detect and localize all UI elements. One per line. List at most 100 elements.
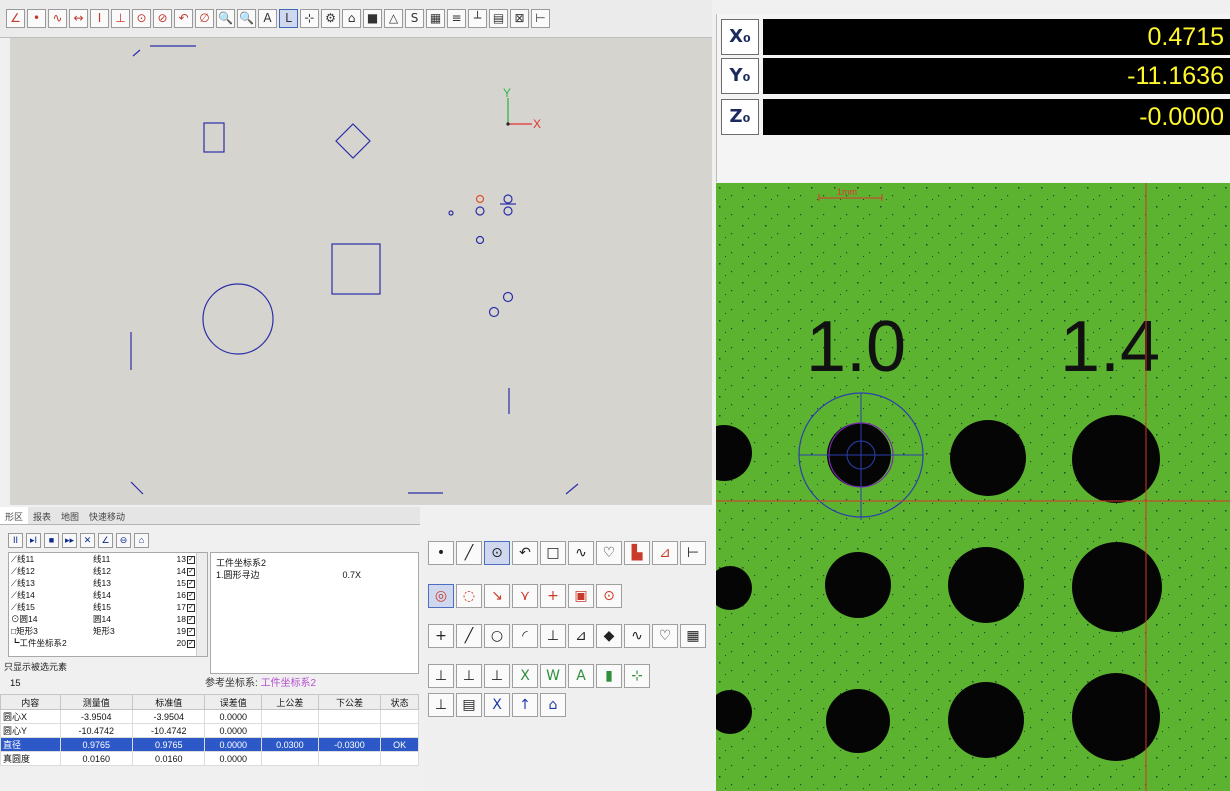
tool-button[interactable]: ╱: [456, 541, 482, 565]
cad-small-circle[interactable]: [503, 194, 513, 204]
toolbar-button[interactable]: 🔍: [237, 9, 256, 28]
toolbar-button[interactable]: S: [405, 9, 424, 28]
toolbar-button[interactable]: ⌂: [342, 9, 361, 28]
toolbar-button[interactable]: •: [27, 9, 46, 28]
feature-row[interactable]: ⟋线13 线13 15 ✓: [9, 577, 207, 589]
hole[interactable]: [1072, 673, 1160, 761]
toolbar-button[interactable]: ⊢: [531, 9, 550, 28]
tool-button[interactable]: ↶: [512, 541, 538, 565]
control-button[interactable]: ■: [44, 532, 59, 548]
tool-button[interactable]: X: [512, 664, 538, 688]
dro-z-label[interactable]: Z₀: [721, 99, 759, 135]
feature-checkbox[interactable]: ✓: [187, 591, 195, 600]
tool-button[interactable]: ⊿: [568, 624, 594, 648]
hole[interactable]: [1072, 415, 1160, 503]
toolbar-button[interactable]: ⊠: [510, 9, 529, 28]
tool-button[interactable]: ⊹: [624, 664, 650, 688]
hole[interactable]: [1072, 542, 1162, 632]
control-button[interactable]: II: [8, 532, 23, 548]
feature-row[interactable]: ┗工件坐标系2 20 ✓: [9, 637, 207, 649]
tool-button[interactable]: ▦: [680, 624, 706, 648]
tool-button[interactable]: □: [540, 541, 566, 565]
tool-button[interactable]: ▮: [596, 664, 622, 688]
cad-small-circle[interactable]: [502, 291, 514, 303]
tool-button[interactable]: ⊥: [428, 664, 454, 688]
cad-small-circle[interactable]: [475, 235, 485, 245]
feature-list[interactable]: ⟋线11 线11 13 ✓ ⟋线12 线12 14 ✓ ⟋线13 线13 15 ✓ ⟋线14 线14 16 ✓…: [8, 552, 208, 657]
feature-row[interactable]: ⟋线15 线15 17 ✓: [9, 601, 207, 613]
feature-row[interactable]: ⟋线12 线12 14 ✓: [9, 565, 207, 577]
toolbar-button[interactable]: L: [279, 9, 298, 28]
feature-checkbox[interactable]: ✓: [187, 639, 195, 648]
control-button[interactable]: ⌂: [134, 532, 149, 548]
toolbar-button[interactable]: ⊙: [132, 9, 151, 28]
camera-image[interactable]: 1mm 1.0 1.4: [716, 183, 1230, 791]
toolbar-button[interactable]: ⚙: [321, 9, 340, 28]
feature-checkbox[interactable]: ✓: [187, 627, 195, 636]
toolbar-button[interactable]: ┴: [468, 9, 487, 28]
hole[interactable]: [948, 682, 1024, 758]
tab[interactable]: 快速移动: [84, 507, 130, 524]
feature-checkbox[interactable]: ✓: [187, 615, 195, 624]
tool-button[interactable]: ▣: [568, 584, 594, 608]
feature-list-scrollbar[interactable]: [196, 553, 207, 656]
results-row[interactable]: 真圆度 0.0160 0.0160 0.0000: [0, 751, 419, 766]
results-row[interactable]: 直径 0.9765 0.9765 0.0000 0.0300 -0.0300 OK: [0, 737, 419, 752]
tab[interactable]: 报表: [28, 507, 56, 524]
toolbar-button[interactable]: A: [258, 9, 277, 28]
toolbar-button[interactable]: 🔍: [216, 9, 235, 28]
tool-button[interactable]: ◎: [428, 584, 454, 608]
toolbar-button[interactable]: I: [90, 9, 109, 28]
tool-button[interactable]: ⊥: [428, 693, 454, 717]
tool-button[interactable]: ↘: [484, 584, 510, 608]
tool-button[interactable]: ○: [484, 624, 510, 648]
tool-button[interactable]: ♡: [596, 541, 622, 565]
toolbar-button[interactable]: ⊥: [111, 9, 130, 28]
tool-button[interactable]: ↑: [512, 693, 538, 717]
toolbar-button[interactable]: ■: [363, 9, 382, 28]
feature-checkbox[interactable]: ✓: [187, 579, 195, 588]
cad-small-circle[interactable]: [488, 306, 500, 318]
tool-button[interactable]: ⊿: [652, 541, 678, 565]
cad-canvas[interactable]: Y X: [10, 38, 712, 505]
results-row[interactable]: 圆心Y -10.4742 -10.4742 0.0000: [0, 723, 419, 738]
cad-diamond[interactable]: [335, 123, 371, 159]
cad-small-circle[interactable]: [475, 206, 485, 216]
control-button[interactable]: ∠: [98, 532, 113, 548]
tool-button[interactable]: ▙: [624, 541, 650, 565]
control-button[interactable]: ▸▸: [62, 532, 77, 548]
toolbar-button[interactable]: ∅: [195, 9, 214, 28]
tool-button[interactable]: ◆: [596, 624, 622, 648]
tool-button[interactable]: ♡: [652, 624, 678, 648]
tool-button[interactable]: A: [568, 664, 594, 688]
cad-line[interactable]: [132, 49, 141, 57]
dro-y-label[interactable]: Y₀: [721, 58, 759, 94]
tool-button[interactable]: +: [540, 584, 566, 608]
tool-button[interactable]: ◜: [512, 624, 538, 648]
tool-button[interactable]: +: [428, 624, 454, 648]
tool-button[interactable]: ⊢: [680, 541, 706, 565]
camera-view[interactable]: 1mm 1.0 1.4: [716, 183, 1230, 791]
cad-small-circle[interactable]: [448, 210, 454, 216]
toolbar-button[interactable]: △: [384, 9, 403, 28]
feature-row[interactable]: □矩形3 矩形3 19 ✓: [9, 625, 207, 637]
cad-small-circle[interactable]: [503, 206, 513, 216]
ref-value[interactable]: 工件坐标系2: [261, 678, 317, 689]
cad-circle[interactable]: [202, 283, 274, 355]
tool-button[interactable]: ∿: [568, 541, 594, 565]
dro-x-label[interactable]: X₀: [721, 19, 759, 55]
tool-button[interactable]: W: [540, 664, 566, 688]
control-button[interactable]: ▸I: [26, 532, 41, 548]
toolbar-button[interactable]: ⊘: [153, 9, 172, 28]
tab[interactable]: 地图: [56, 507, 84, 524]
hole[interactable]: [948, 547, 1024, 623]
cad-line[interactable]: [565, 483, 579, 495]
hole[interactable]: [825, 552, 891, 618]
tool-button[interactable]: ⋎: [512, 584, 538, 608]
cad-line[interactable]: [130, 481, 144, 495]
feature-row[interactable]: ⟋线14 线14 16 ✓: [9, 589, 207, 601]
tool-button[interactable]: ◌: [456, 584, 482, 608]
control-button[interactable]: ✕: [80, 532, 95, 548]
toolbar-button[interactable]: ↶: [174, 9, 193, 28]
feature-row[interactable]: ⊙圆14 圆14 18 ✓: [9, 613, 207, 625]
